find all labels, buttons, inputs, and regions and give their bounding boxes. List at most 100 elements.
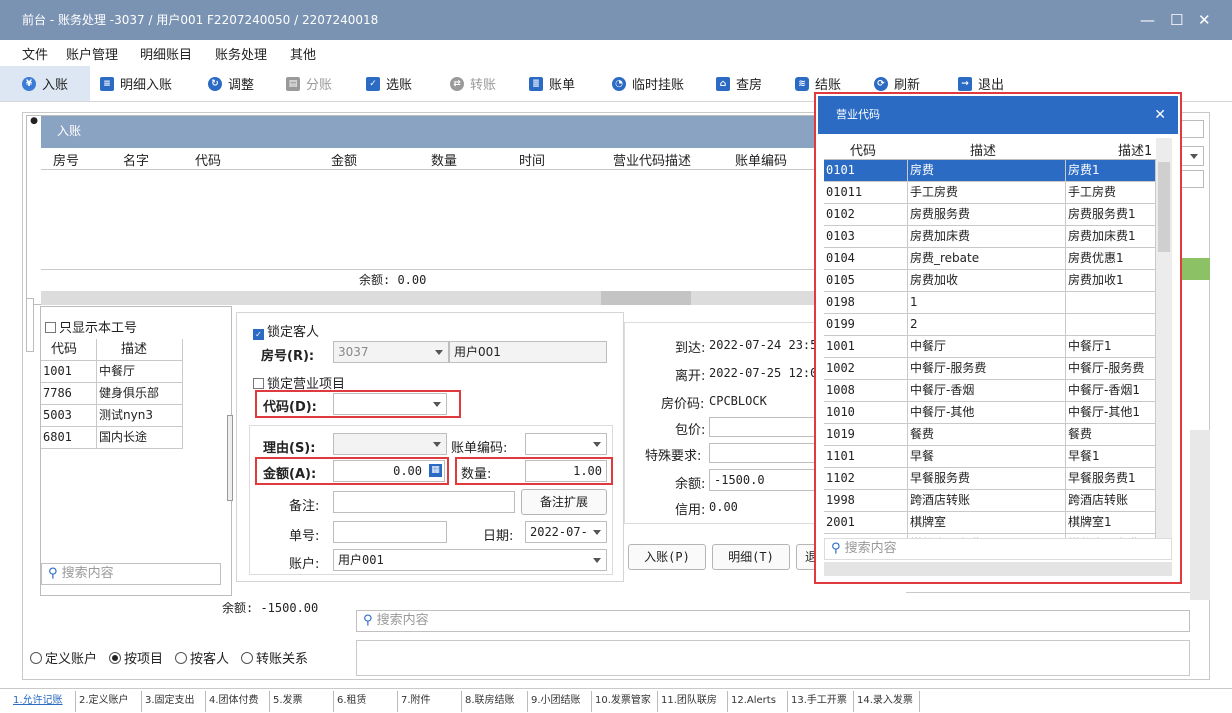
popup-cell-code: 0198 — [824, 292, 908, 314]
table-row[interactable]: 1008 中餐厅-香烟 中餐厅-香烟1 — [824, 380, 1156, 402]
list-item[interactable]: 5003 测试nyn3 — [41, 405, 183, 427]
toolbar-refresh-button[interactable]: ⟳ 刷新 — [874, 74, 920, 93]
minimize-icon[interactable]: — — [1140, 0, 1155, 40]
table-row[interactable]: 0199 2 — [824, 314, 1156, 336]
list-item[interactable]: 7786 健身俱乐部 — [41, 383, 183, 405]
table-row[interactable]: 1019 餐费 餐费 — [824, 424, 1156, 446]
credit-value: 0.00 — [709, 500, 738, 514]
date-dropdown[interactable]: 2022-07- — [525, 521, 607, 543]
table-row[interactable]: 01011 手工房费 手工房费 — [824, 182, 1156, 204]
tab-7[interactable]: 7.附件 — [398, 691, 462, 712]
toolbar-room-check-label: 查房 — [736, 78, 763, 93]
table-row[interactable]: 2001 棋牌室 棋牌室1 — [824, 512, 1156, 534]
table-row[interactable]: 1001 中餐厅 中餐厅1 — [824, 336, 1156, 358]
toolbar-transfer-button[interactable]: ⇄ 转账 — [450, 74, 496, 93]
table-row[interactable]: 0198 1 — [824, 292, 1156, 314]
radio-by-guest[interactable]: 按客人 — [175, 648, 229, 667]
code-list-search[interactable]: ⚲ 搜索内容 — [41, 563, 221, 585]
table-row[interactable]: 0103 房费加床费 房费加床费1 — [824, 226, 1156, 248]
toolbar-room-check-button[interactable]: ⌂ 查房 — [716, 74, 762, 93]
billcode-dropdown[interactable] — [525, 433, 607, 455]
popup-vscrollbar[interactable] — [1156, 138, 1172, 538]
table-row[interactable]: 0101 房费 房费1 — [824, 160, 1156, 182]
tab-12[interactable]: 12.Alerts — [728, 691, 788, 712]
account-value: 用户001 — [338, 553, 384, 567]
tab-8[interactable]: 8.联房结账 — [462, 691, 528, 712]
lock-guest-checkbox[interactable]: ✓ 锁定客人 — [253, 321, 319, 340]
toolbar-checkout-label: 结账 — [815, 78, 842, 93]
tab-13[interactable]: 13.手工开票 — [788, 691, 854, 712]
list-item[interactable]: 6801 国内长途 — [41, 427, 183, 449]
table-row[interactable]: 1998 跨酒店转账 跨酒店转账 — [824, 490, 1156, 512]
toolbar-split-button[interactable]: ▤ 分账 — [286, 74, 332, 93]
table-row[interactable]: 0105 房费加收 房费加收1 — [824, 270, 1156, 292]
tab-10[interactable]: 10.发票管家 — [592, 691, 658, 712]
tab-3[interactable]: 3.固定支出 — [142, 691, 206, 712]
bottom-search[interactable]: ⚲ 搜索内容 — [356, 610, 1190, 632]
tab-14[interactable]: 14.录入发票 — [854, 691, 920, 712]
popup-vscroll-thumb[interactable] — [1158, 162, 1170, 252]
right-dropdown[interactable] — [1180, 146, 1204, 166]
remark-ext-button[interactable]: 备注扩展 — [521, 489, 607, 515]
toolbar-adjust-button[interactable]: ↻ 调整 — [208, 74, 254, 93]
table-row[interactable]: 0102 房费服务费 房费服务费1 — [824, 204, 1156, 226]
reason-dropdown[interactable] — [333, 433, 447, 455]
right-scrollbar[interactable] — [1190, 430, 1210, 600]
credit-label: 信用: — [675, 503, 706, 518]
radio-define-account[interactable]: 定义账户 — [30, 648, 97, 667]
toolbar-split-label: 分账 — [306, 78, 333, 93]
toolbar-detail-post-button[interactable]: ≡ 明细入账 — [100, 74, 172, 93]
toolbar-post-button[interactable]: ¥ 入账 — [0, 66, 90, 101]
calculator-icon[interactable]: ▦ — [429, 464, 442, 477]
toolbar-temp-hold-button[interactable]: ◔ 临时挂账 — [612, 74, 684, 93]
menu-detail-items[interactable]: 明细账目 — [140, 44, 192, 63]
tab-9[interactable]: 9.小团结账 — [528, 691, 592, 712]
table-row[interactable]: 1010 中餐厅-其他 中餐厅-其他1 — [824, 402, 1156, 424]
ticket-input[interactable] — [333, 521, 447, 543]
popup-cell-desc1 — [1066, 292, 1156, 314]
remark-input[interactable] — [333, 491, 515, 513]
tab-2[interactable]: 2.定义账户 — [76, 691, 142, 712]
menu-billing[interactable]: 账务处理 — [215, 44, 267, 63]
maximize-icon[interactable]: ☐ — [1170, 0, 1183, 40]
code-dropdown[interactable] — [333, 393, 447, 415]
menu-account-mgmt[interactable]: 账户管理 — [66, 44, 118, 63]
right-field-2[interactable] — [1180, 170, 1204, 188]
table-row[interactable]: 0104 房费_rebate 房费优惠1 — [824, 248, 1156, 270]
table-row[interactable]: 1102 早餐服务费 早餐服务费1 — [824, 468, 1156, 490]
table-row[interactable]: 1101 早餐 早餐1 — [824, 446, 1156, 468]
post-button[interactable]: 入账(P) — [628, 544, 706, 570]
tab-6[interactable]: 6.租赁 — [334, 691, 398, 712]
only-my-id-checkbox[interactable]: 只显示本工号 — [45, 317, 137, 336]
popup-cell-desc1 — [1066, 314, 1156, 336]
right-field-1[interactable] — [1180, 120, 1204, 138]
radio-by-item[interactable]: 按项目 — [109, 648, 163, 667]
menu-other[interactable]: 其他 — [290, 44, 316, 63]
tab-11[interactable]: 11.团队联房 — [658, 691, 728, 712]
popup-hscrollbar[interactable] — [824, 562, 1172, 576]
tab-5[interactable]: 5.发票 — [270, 691, 334, 712]
toolbar-select-button[interactable]: ✓ 选账 — [366, 74, 412, 93]
detail-button[interactable]: 明细(T) — [712, 544, 790, 570]
popup-close-icon[interactable]: ✕ — [1154, 96, 1166, 134]
entry-table-header: 房号 名字 代码 金额 数量 时间 营业代码描述 账单编码 — [41, 148, 831, 170]
room-input[interactable]: 3037 — [333, 341, 449, 363]
toolbar-bill-button[interactable]: ≣ 账单 — [529, 74, 575, 93]
account-dropdown[interactable]: 用户001 — [333, 549, 607, 571]
tab-4[interactable]: 4.团体付费 — [206, 691, 270, 712]
popup-cell-desc: 手工房费 — [908, 182, 1066, 204]
splitter-handle[interactable] — [227, 415, 233, 501]
entry-hscrollbar[interactable] — [41, 291, 831, 305]
radio-transfer-relation[interactable]: 转账关系 — [241, 648, 308, 667]
table-row[interactable]: 1002 中餐厅-服务费 中餐厅-服务费 — [824, 358, 1156, 380]
special-label: 特殊要求: — [645, 449, 702, 464]
entry-hscroll-thumb[interactable] — [601, 291, 691, 305]
qty-input[interactable]: 1.00 — [525, 460, 607, 482]
list-item[interactable]: 1001 中餐厅 — [41, 361, 183, 383]
tab-1[interactable]: 1.允许记账 — [10, 691, 76, 712]
menu-file[interactable]: 文件 — [22, 44, 48, 63]
popup-search[interactable]: ⚲ 搜索内容 — [824, 538, 1172, 560]
toolbar-exit-button[interactable]: → 退出 — [958, 74, 1004, 93]
close-icon[interactable]: ✕ — [1198, 0, 1211, 40]
toolbar-checkout-button[interactable]: ≋ 结账 — [795, 74, 841, 93]
